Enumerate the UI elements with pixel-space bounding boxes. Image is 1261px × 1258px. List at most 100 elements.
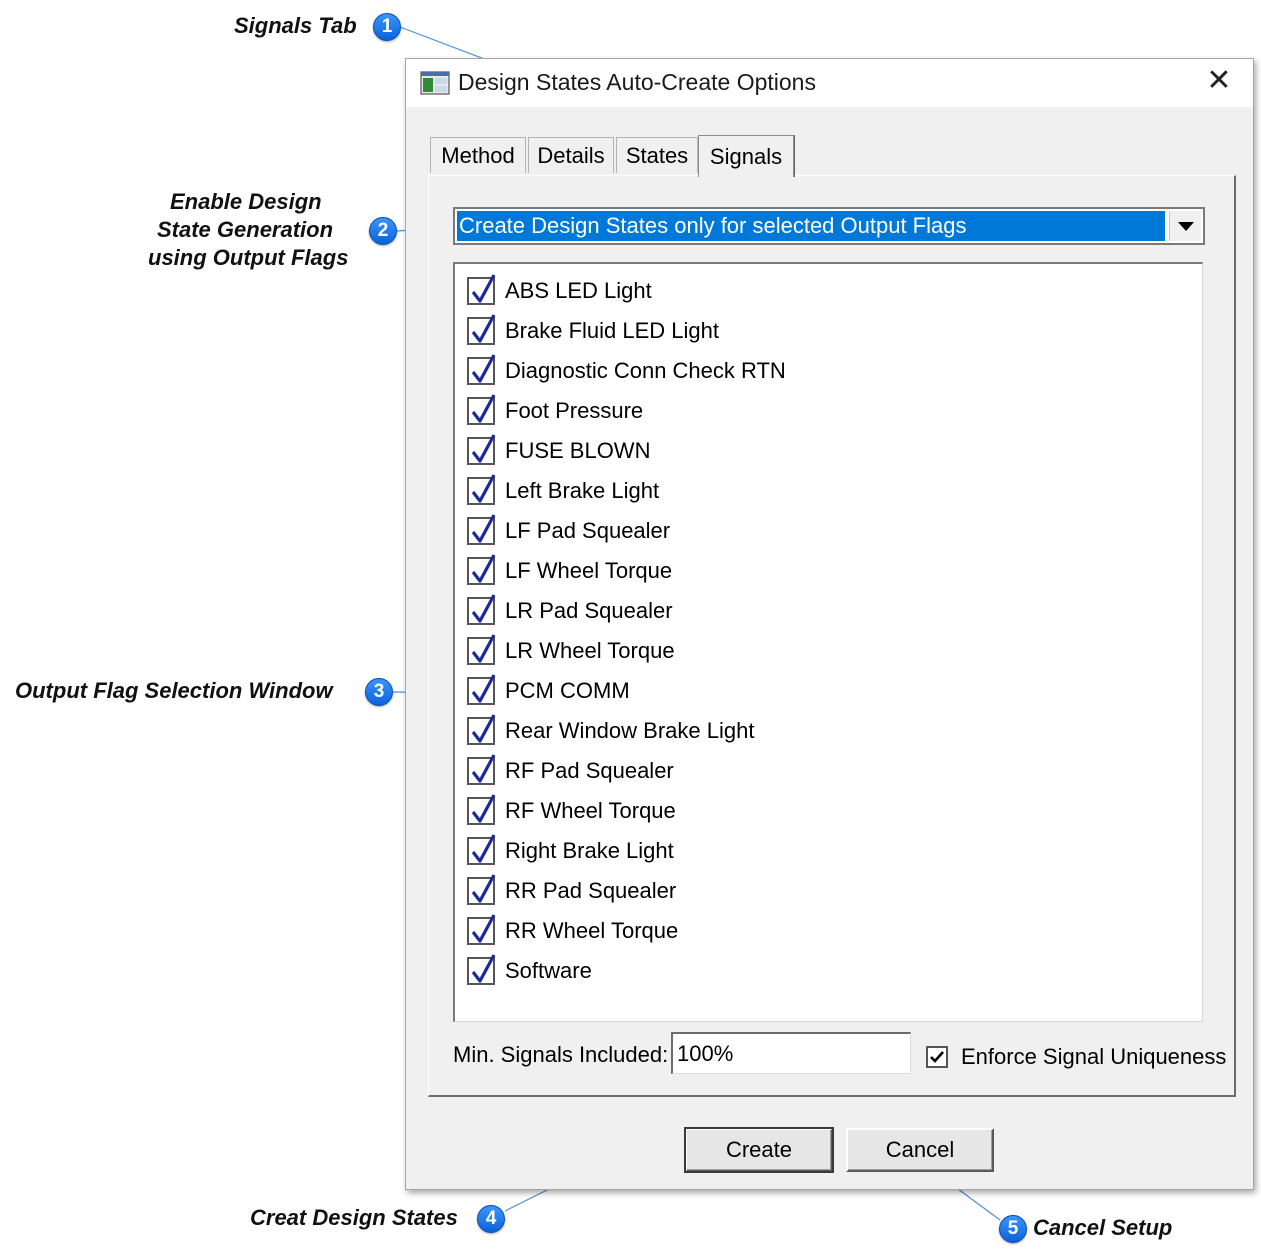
- checkmark-icon: [471, 554, 496, 583]
- tab-method[interactable]: Method: [430, 137, 526, 173]
- output-flag-checkbox[interactable]: [467, 274, 496, 305]
- checkmark-icon: [471, 394, 496, 423]
- output-flag-label: Brake Fluid LED Light: [505, 318, 719, 343]
- output-flag-item[interactable]: RF Wheel Torque: [467, 794, 676, 828]
- annotation-1-label: Signals Tab: [234, 13, 357, 38]
- output-flag-checkbox[interactable]: [467, 674, 496, 705]
- output-flag-label: Diagnostic Conn Check RTN: [505, 358, 786, 383]
- output-flag-label: LR Wheel Torque: [505, 638, 675, 663]
- output-flag-item[interactable]: Foot Pressure: [467, 394, 643, 428]
- output-flag-checkbox[interactable]: [467, 354, 496, 385]
- output-flag-label: LF Wheel Torque: [505, 558, 673, 583]
- min-signals-label: Min. Signals Included:: [453, 1042, 669, 1067]
- output-flag-label: Foot Pressure: [505, 398, 644, 423]
- app-window-icon: [420, 71, 450, 95]
- annotation-2-label-line3: using Output Flags: [148, 245, 349, 270]
- checkmark-icon: [471, 954, 496, 983]
- output-flag-label: Right Brake Light: [505, 838, 674, 863]
- annotation-2-label-line2: State Generation: [157, 217, 334, 242]
- output-flag-checkbox[interactable]: [467, 714, 496, 745]
- output-flag-checkbox[interactable]: [467, 394, 496, 425]
- checkmark-icon: [471, 714, 496, 743]
- checkmark-icon: [471, 354, 496, 383]
- output-flag-checkbox[interactable]: [467, 754, 496, 785]
- checkmark-icon: [930, 1051, 944, 1063]
- output-flag-item[interactable]: RR Pad Squealer: [467, 874, 676, 908]
- checkmark-icon: [471, 514, 496, 543]
- checkmark-icon: [471, 594, 496, 623]
- checkmark-icon: [471, 754, 496, 783]
- annotation-1-badge: 1: [373, 13, 401, 41]
- annotation-2-badge: 2: [369, 217, 397, 245]
- output-flag-item[interactable]: Rear Window Brake Light: [467, 714, 754, 748]
- close-icon[interactable]: ✕: [1203, 65, 1235, 97]
- checkmark-icon: [471, 434, 496, 463]
- output-flag-item[interactable]: LR Wheel Torque: [467, 634, 675, 668]
- output-flag-label: Left Brake Light: [505, 478, 660, 503]
- output-flag-label: Rear Window Brake Light: [505, 718, 755, 743]
- checkmark-icon: [471, 674, 496, 703]
- output-flag-item[interactable]: Brake Fluid LED Light: [467, 314, 719, 348]
- dropdown-arrow-icon[interactable]: [1169, 211, 1201, 241]
- tab-details[interactable]: Details: [528, 137, 614, 173]
- output-flag-label: RF Pad Squealer: [505, 758, 674, 783]
- output-flag-item[interactable]: PCM COMM: [467, 674, 630, 708]
- output-flag-mode-value: Create Design States only for selected O…: [457, 211, 1165, 241]
- output-flag-item[interactable]: LR Pad Squealer: [467, 594, 673, 628]
- output-flag-checkbox[interactable]: [467, 834, 496, 865]
- output-flag-label: RR Pad Squealer: [505, 878, 677, 903]
- enforce-uniqueness-label: Enforce Signal Uniqueness: [961, 1044, 1227, 1069]
- output-flag-checkbox[interactable]: [467, 794, 496, 825]
- output-flag-checkbox[interactable]: [467, 954, 496, 985]
- output-flag-checkbox[interactable]: [467, 314, 496, 345]
- output-flag-item[interactable]: Diagnostic Conn Check RTN: [467, 354, 786, 388]
- checkmark-icon: [471, 474, 496, 503]
- output-flag-checkbox[interactable]: [467, 434, 496, 465]
- title-bar[interactable]: Design States Auto-Create Options ✕: [406, 59, 1253, 107]
- output-flag-label: LF Pad Squealer: [505, 518, 671, 543]
- output-flag-checkbox[interactable]: [467, 874, 496, 905]
- tab-signals[interactable]: Signals: [698, 135, 794, 177]
- output-flag-item[interactable]: LF Wheel Torque: [467, 554, 672, 588]
- checkmark-icon: [471, 794, 496, 823]
- output-flag-label: Software: [505, 958, 592, 983]
- output-flag-item[interactable]: ABS LED Light: [467, 274, 652, 308]
- checkmark-icon: [471, 634, 496, 663]
- output-flag-item[interactable]: FUSE BLOWN: [467, 434, 650, 468]
- output-flag-label: ABS LED Light: [505, 278, 652, 303]
- min-signals-input[interactable]: [671, 1032, 911, 1074]
- checkmark-icon: [471, 274, 496, 303]
- output-flag-item[interactable]: Left Brake Light: [467, 474, 659, 508]
- output-flag-label: RF Wheel Torque: [505, 798, 676, 823]
- annotation-5-label: Cancel Setup: [1033, 1215, 1173, 1240]
- output-flag-item[interactable]: LF Pad Squealer: [467, 514, 670, 548]
- output-flag-item[interactable]: Software: [467, 954, 592, 988]
- enforce-uniqueness-checkbox[interactable]: [926, 1046, 948, 1068]
- output-flag-item[interactable]: RF Pad Squealer: [467, 754, 674, 788]
- output-flag-checkbox[interactable]: [467, 634, 496, 665]
- output-flag-item[interactable]: RR Wheel Torque: [467, 914, 678, 948]
- cancel-button[interactable]: Cancel: [846, 1128, 994, 1172]
- checkmark-icon: [471, 314, 496, 343]
- output-flag-label: PCM COMM: [505, 678, 630, 703]
- annotation-4-label: Creat Design States: [250, 1205, 458, 1230]
- annotation-2-label-line1: Enable Design: [170, 189, 322, 214]
- output-flag-checkbox[interactable]: [467, 914, 496, 945]
- output-flag-label: FUSE BLOWN: [505, 438, 651, 463]
- annotation-3-badge: 3: [365, 678, 393, 706]
- output-flag-mode-select[interactable]: Create Design States only for selected O…: [453, 207, 1205, 245]
- output-flag-list[interactable]: ABS LED Light Brake Fluid LED Light Diagno…: [453, 262, 1203, 1022]
- checkmark-icon: [471, 834, 496, 863]
- output-flag-item[interactable]: Right Brake Light: [467, 834, 674, 868]
- output-flag-label: LR Pad Squealer: [505, 598, 673, 623]
- checkmark-icon: [471, 874, 496, 903]
- checkmark-icon: [471, 914, 496, 943]
- output-flag-checkbox[interactable]: [467, 514, 496, 545]
- output-flag-checkbox[interactable]: [467, 554, 496, 585]
- output-flag-checkbox[interactable]: [467, 474, 496, 505]
- annotation-4-badge: 4: [477, 1205, 505, 1233]
- tab-states[interactable]: States: [616, 137, 698, 173]
- output-flag-checkbox[interactable]: [467, 594, 496, 625]
- design-states-dialog: Design States Auto-Create Options ✕ Meth…: [405, 58, 1254, 1190]
- create-button[interactable]: Create: [684, 1127, 834, 1173]
